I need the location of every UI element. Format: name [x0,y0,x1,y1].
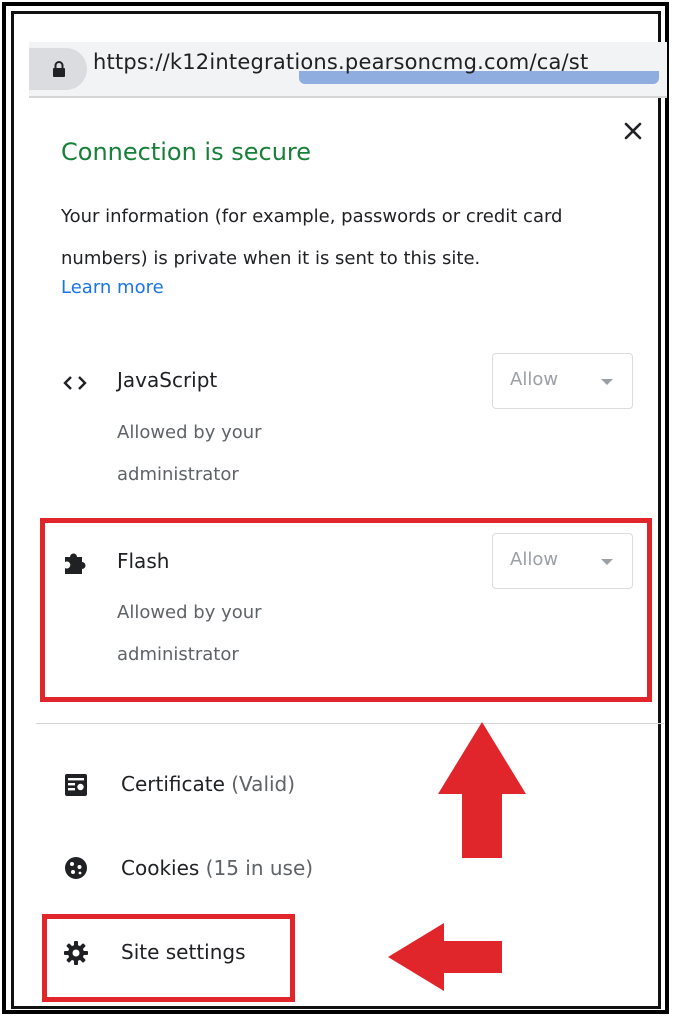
certificate-icon [65,774,87,796]
certificate-status: (Valid) [231,772,296,796]
flash-highlight-box [40,518,652,702]
select-value: Allow [510,369,559,390]
left-arrow-icon [388,923,502,991]
certificate-item[interactable]: Certificate (Valid) [121,772,295,796]
connection-description: Your information (for example, passwords… [61,206,563,269]
url-text[interactable]: https://k12integrations.pearsoncmg.com/c… [93,50,588,74]
up-arrow-icon [438,722,526,858]
lock-icon [53,61,65,77]
permission-javascript-label: JavaScript [117,368,218,392]
learn-more-link[interactable]: Learn more [61,277,164,298]
address-bar[interactable]: https://k12integrations.pearsoncmg.com/c… [29,42,667,96]
cookies-item[interactable]: Cookies (15 in use) [121,856,313,880]
cookies-status: (15 in use) [205,856,314,880]
certificate-label: Certificate [121,772,225,796]
site-info-chip[interactable] [29,48,87,90]
code-icon [63,376,87,390]
section-divider [36,723,664,724]
javascript-permission-select[interactable]: Allow [492,353,633,409]
close-icon[interactable] [622,120,644,142]
permission-javascript-sub: Allowed by your administrator [117,422,262,485]
cookie-icon [65,857,87,879]
site-settings-highlight-box [42,914,295,1002]
connection-title: Connection is secure [61,138,312,166]
cookies-label: Cookies [121,856,200,880]
chevron-down-icon [601,379,613,385]
